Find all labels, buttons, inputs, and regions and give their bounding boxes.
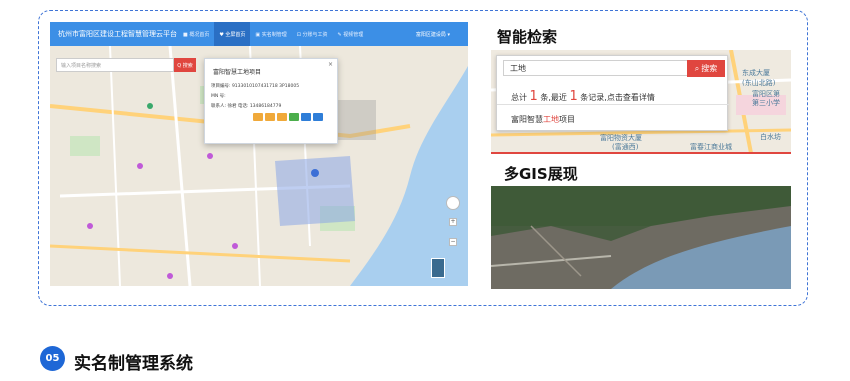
- people-icon[interactable]: [277, 113, 287, 121]
- result-divider: [497, 104, 729, 105]
- doc-icon[interactable]: [289, 113, 299, 121]
- satellite-toggle-thumbnail[interactable]: [431, 258, 445, 278]
- result-item[interactable]: 富阳智慧工地项目: [511, 114, 575, 125]
- app-nav: ■ 概况首页 ♥ 全屏首页 ▣ 实名制管理 ⊡ 分账与工资 ✎ 视频管理: [178, 22, 368, 46]
- user-menu[interactable]: 富阳区建设局 ▾: [416, 31, 468, 38]
- zoom-out-icon[interactable]: −: [449, 238, 457, 246]
- smart-search-button-label: 搜索: [701, 64, 718, 73]
- result-item-prefix: 富阳智慧: [511, 115, 543, 124]
- nav-item-realname[interactable]: ▣ 实名制管理: [250, 22, 291, 46]
- search-icon: ⌕: [694, 63, 700, 73]
- result-count: 1: [529, 89, 538, 104]
- camera-icon[interactable]: [265, 113, 275, 121]
- compass-icon[interactable]: [446, 196, 460, 210]
- satellite-map[interactable]: [491, 186, 791, 289]
- nav-item-overview[interactable]: ■ 概况首页: [178, 22, 214, 46]
- popup-shadow: [338, 100, 376, 140]
- smart-search-input[interactable]: 工地: [503, 60, 689, 76]
- smart-search-heading: 智能检索: [497, 28, 558, 46]
- info-icon[interactable]: [253, 113, 263, 121]
- popup-project-code: 项目编号: 9133010107431718 3P18005: [211, 84, 300, 89]
- app-header: 杭州市富阳区建设工程智慧管理云平台 ■ 概况首页 ♥ 全屏首页 ▣ 实名制管理 …: [50, 22, 468, 46]
- map-label: 东成大厦: [742, 69, 770, 77]
- section-number-badge: 05: [40, 346, 65, 371]
- map-label: 第三小学: [752, 99, 780, 107]
- chart-icon[interactable]: [301, 113, 311, 121]
- nav-item-fullscreen[interactable]: ♥ 全屏首页: [214, 22, 251, 46]
- zoom-in-icon[interactable]: +: [449, 218, 457, 226]
- result-item-highlight: 工地: [543, 115, 559, 124]
- result-mid: 条,最近: [540, 93, 567, 102]
- map-label: 富春江商业城: [690, 143, 732, 151]
- smart-search-button[interactable]: ⌕ 搜索: [687, 60, 725, 77]
- location-icon[interactable]: [313, 113, 323, 121]
- popup-mn: MN 号:: [211, 94, 226, 99]
- result-item-suffix: 项目: [559, 115, 575, 124]
- result-summary[interactable]: 总计 1 条,最近 1 条记录,点击查看详情: [511, 89, 655, 104]
- popup-contact: 联系人: 徐君 电话: 13486184779: [211, 104, 282, 109]
- nav-item-payroll[interactable]: ⊡ 分账与工资: [292, 22, 333, 46]
- smart-search-box: 工地 ⌕ 搜索 总计 1 条,最近 1 条记录,点击查看详情 富阳智慧工地项目: [496, 55, 729, 131]
- popup-action-buttons: [253, 113, 323, 121]
- panel-accent-line: [491, 152, 791, 154]
- app-title: 杭州市富阳区建设工程智慧管理云平台: [58, 30, 177, 38]
- map-label: (富通西): [612, 143, 639, 151]
- gis-heading: 多GIS展现: [504, 165, 578, 183]
- map-label: 白水坊: [760, 133, 781, 141]
- result-prefix: 总计: [511, 93, 527, 102]
- nav-item-video[interactable]: ✎ 视频管理: [333, 22, 369, 46]
- project-info-popup: 富阳智慧工地项目 × 项目编号: 9133010107431718 3P1800…: [204, 58, 338, 144]
- map-search-input[interactable]: 输入项目名称搜索: [56, 58, 174, 72]
- popup-title: 富阳智慧工地项目: [213, 69, 262, 76]
- result-suffix: 条记录,点击查看详情: [580, 93, 655, 102]
- section-title: 实名制管理系统: [74, 354, 193, 374]
- map-label: (东山北路): [742, 79, 776, 87]
- map-search-button[interactable]: Q 搜索: [174, 58, 196, 72]
- close-icon[interactable]: ×: [328, 61, 333, 68]
- result-recent: 1: [569, 89, 578, 104]
